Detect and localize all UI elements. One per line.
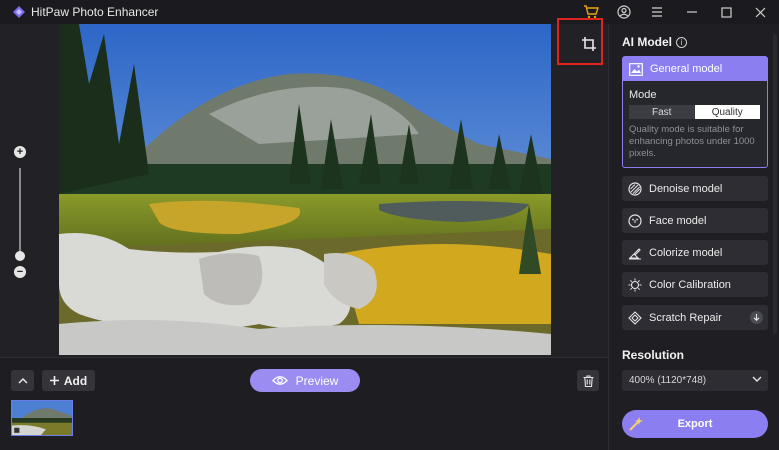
chevron-down-icon [752, 376, 762, 382]
export-button[interactable]: Export [622, 410, 768, 438]
color-calibration-icon [628, 278, 642, 292]
add-button-label: Add [63, 373, 88, 388]
denoise-model-button[interactable]: Denoise model [622, 176, 768, 201]
crop-highlight-box [557, 18, 603, 65]
colorize-model-button[interactable]: Colorize model [622, 240, 768, 265]
denoise-model-label: Denoise model [649, 182, 723, 195]
delete-button[interactable] [577, 370, 599, 391]
ai-model-heading: AI Model [622, 35, 672, 49]
color-calibration-button[interactable]: Color Calibration [622, 272, 768, 297]
colorize-model-label: Colorize model [649, 246, 723, 259]
trash-icon [583, 374, 593, 387]
collapse-thumbnails-button[interactable] [11, 370, 34, 391]
preview-button-label: Preview [295, 373, 339, 388]
face-icon [628, 213, 642, 228]
colorize-icon [628, 246, 642, 260]
canvas-area: + − [0, 18, 608, 357]
export-button-label: Export [677, 418, 713, 430]
crop-icon[interactable] [582, 37, 596, 51]
chevron-up-icon [17, 377, 28, 384]
bottom-toolbar: Add Preview [0, 357, 608, 450]
general-model-card[interactable]: General model Mode Fast Quality Quality … [622, 56, 768, 168]
plus-icon [49, 376, 59, 385]
photo-preview [59, 24, 551, 355]
resolution-value: 400% (1120*748) [629, 375, 707, 386]
denoise-icon [628, 181, 642, 196]
zoom-slider-thumb[interactable] [15, 251, 25, 261]
general-model-icon [629, 62, 643, 76]
mode-toggle[interactable]: Fast Quality [629, 105, 760, 119]
account-icon[interactable] [615, 3, 633, 21]
general-model-header[interactable]: General model [623, 57, 767, 81]
title-bar: HitPaw Photo Enhancer [0, 0, 779, 24]
zoom-slider-track[interactable] [19, 168, 21, 260]
scratch-repair-icon [628, 310, 642, 325]
add-button[interactable]: Add [42, 370, 95, 391]
face-model-button[interactable]: Face model [622, 208, 768, 233]
panel-title: AI Model i [622, 35, 687, 49]
ai-model-panel: AI Model i General model Mode Fast Quali… [608, 24, 779, 450]
download-icon[interactable] [750, 311, 763, 324]
face-model-label: Face model [649, 214, 707, 227]
resolution-heading: Resolution [622, 348, 684, 362]
photo-thumbnail[interactable] [11, 400, 73, 436]
zoom-out-button[interactable]: − [14, 266, 26, 278]
minimize-icon[interactable] [683, 3, 701, 21]
mode-label: Mode [629, 89, 657, 101]
mode-description: Quality mode is suitable for enhancing p… [629, 124, 755, 159]
magic-wand-icon [629, 417, 643, 431]
panel-scrollbar[interactable] [773, 34, 777, 334]
preview-button[interactable]: Preview [250, 369, 360, 392]
zoom-in-button[interactable]: + [14, 146, 26, 158]
general-model-label: General model [650, 63, 723, 75]
resolution-select[interactable]: 400% (1120*748) [622, 370, 768, 391]
scratch-repair-label: Scratch Repair [649, 311, 722, 324]
color-calibration-label: Color Calibration [649, 278, 731, 291]
eye-icon [271, 376, 288, 385]
app-title: HitPaw Photo Enhancer [31, 5, 159, 19]
info-icon[interactable]: i [676, 36, 687, 48]
app-logo-icon [13, 6, 25, 18]
close-icon[interactable] [751, 3, 769, 21]
menu-icon[interactable] [648, 3, 666, 21]
mode-quality-option[interactable]: Quality [694, 105, 760, 119]
scratch-repair-button[interactable]: Scratch Repair [622, 305, 768, 330]
maximize-icon[interactable] [717, 3, 735, 21]
mode-fast-option[interactable]: Fast [629, 105, 695, 119]
